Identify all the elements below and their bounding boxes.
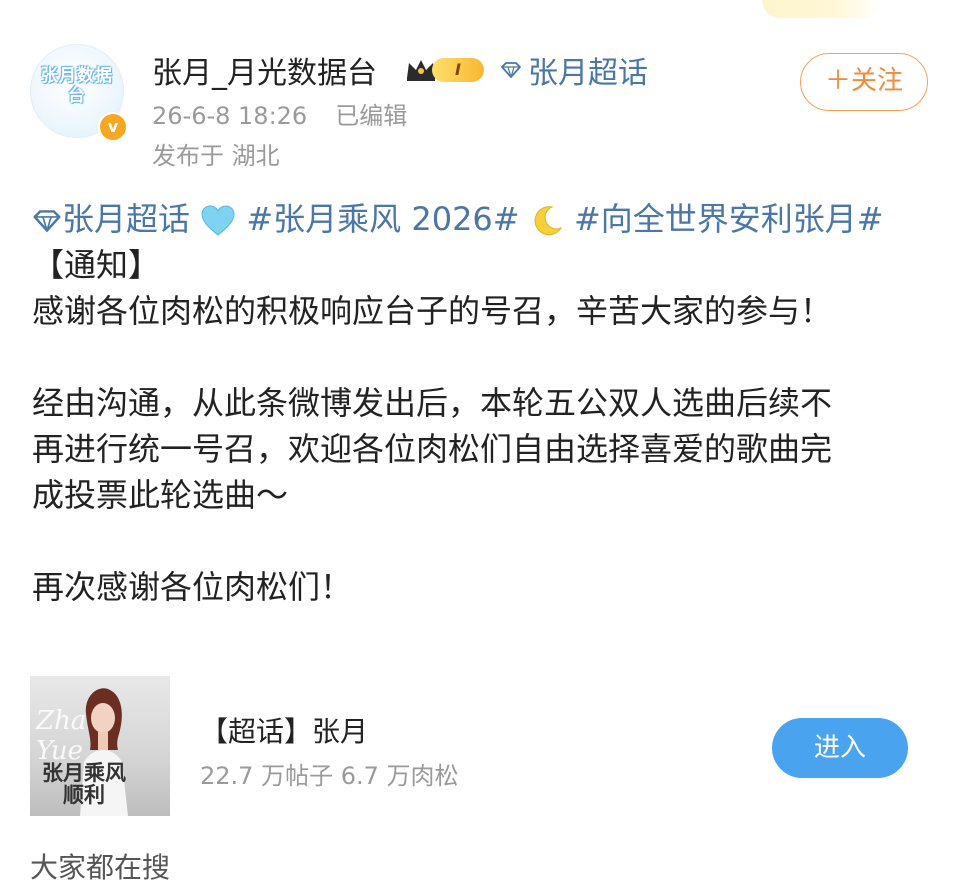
diamond-icon [501,62,521,78]
content-line: 【通知】 [32,246,161,284]
supertopic-thumbnail[interactable]: Zhang Yue 张月乘风顺利 [30,676,170,816]
supertopic-stats: 22.7 万帖子 6.7 万肉松 [200,762,459,790]
trending-search-label: 大家都在搜 [30,851,171,884]
avatar-text: 张月数据台 [41,66,113,106]
supertopic-title[interactable]: 【超话】张月 [200,710,368,750]
heart-emoji [200,200,246,238]
post-time: 26-6-8 18:26 [152,102,308,130]
post-location: 发布于 湖北 [152,142,280,170]
author-supertopic-link[interactable]: 张月超话 [528,48,648,92]
level-badge[interactable]: I [432,58,484,82]
thumbnail-caption: 张月乘风顺利 [42,760,126,807]
content-line: 成投票此轮选曲～ [32,476,289,514]
enter-button[interactable]: 进入 [772,718,908,778]
topic-link[interactable]: 张月超话 [62,200,190,238]
top-banner-decoration [762,0,882,18]
topic-line: 张月超话 #张月乘风 2026# #向全世界安利张月# [32,196,932,242]
weibo-post-page: 张月数据台 v 张月_月光数据台 I 张月超话 ＋关注 26-6-8 18:26… [0,0,960,892]
content-line: 再次感谢各位肉松们！ [32,568,353,606]
post-meta: 26-6-8 18:26 已编辑 [152,96,407,131]
edited-label[interactable]: 已编辑 [335,102,407,130]
diamond-icon [33,210,61,232]
follow-button[interactable]: ＋关注 [800,53,928,111]
content-line: 感谢各位肉松的积极响应台子的号召，辛苦大家的参与！ [32,292,833,330]
author-name[interactable]: 张月_月光数据台 [152,48,377,92]
moon-emoji [520,200,574,238]
post-content: 张月超话 #张月乘风 2026# #向全世界安利张月# 【通知】 感谢各位肉松的… [32,196,932,610]
hashtag-link[interactable]: #向全世界安利张月# [574,200,884,238]
hashtag-link[interactable]: #张月乘风 2026# [246,200,519,238]
content-line: 再进行统一号召，欢迎各位肉松们自由选择喜爱的歌曲完 [32,430,833,468]
content-line: 经由沟通，从此条微博发出后，本轮五公双人选曲后续不 [32,384,833,422]
verified-icon: v [98,112,128,142]
